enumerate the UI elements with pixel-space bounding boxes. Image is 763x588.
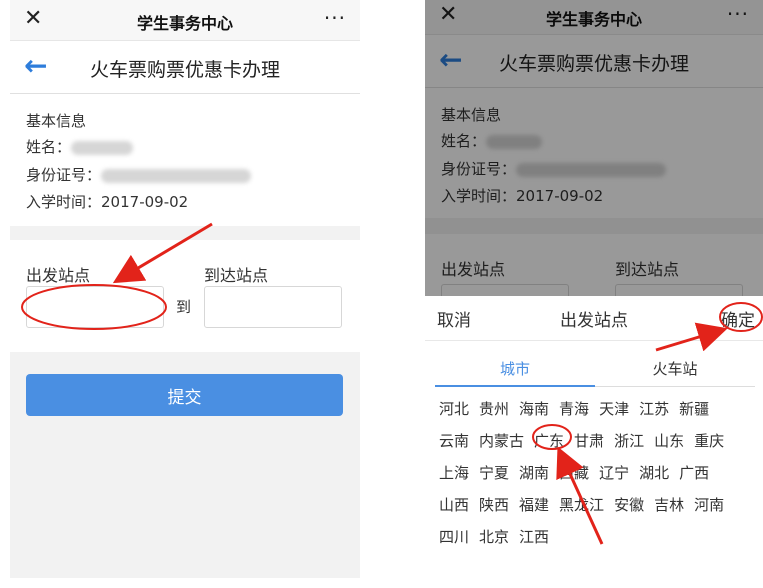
province-item[interactable]: 安徽 bbox=[614, 494, 644, 517]
province-item[interactable]: 北京 bbox=[479, 526, 509, 549]
province-item[interactable]: 山东 bbox=[654, 430, 684, 453]
more-icon[interactable]: ··· bbox=[324, 6, 346, 30]
page-title: 火车票购票优惠卡办理 bbox=[89, 59, 280, 81]
province-item[interactable]: 云南 bbox=[439, 430, 469, 453]
province-item[interactable]: 重庆 bbox=[694, 430, 724, 453]
page-nav: ← 火车票购票优惠卡办理 bbox=[10, 41, 360, 94]
picker-title: 出发站点 bbox=[560, 311, 628, 331]
province-item[interactable]: 新疆 bbox=[679, 398, 709, 421]
enroll-value: 2017-09-02 bbox=[101, 193, 189, 211]
to-station-label: 到达站点 bbox=[204, 266, 269, 285]
province-item[interactable]: 江西 bbox=[519, 526, 549, 549]
enroll-row: 入学时间：2017-09-02 bbox=[26, 191, 188, 212]
to-station-input[interactable] bbox=[204, 286, 342, 328]
basic-info-title: 基本信息 bbox=[26, 112, 87, 130]
province-item[interactable]: 湖北 bbox=[639, 462, 669, 485]
province-item[interactable]: 青海 bbox=[559, 398, 589, 421]
enroll-label: 入学时间： bbox=[26, 193, 102, 211]
wechat-title: 学生事务中心 bbox=[136, 14, 233, 33]
id-label: 身份证号： bbox=[26, 166, 102, 184]
modal-backdrop[interactable] bbox=[425, 0, 763, 296]
province-item[interactable]: 宁夏 bbox=[479, 462, 509, 485]
province-item[interactable]: 甘肃 bbox=[574, 430, 604, 453]
province-item[interactable]: 上海 bbox=[439, 462, 469, 485]
province-grid: 河北 贵州 海南 青海 天津 江苏 新疆云南 内蒙古 广东 甘肃 浙江 山东 重庆上海 宁夏 湖南 西藏 辽宁湖… bbox=[439, 398, 759, 558]
province-item[interactable]: 广西 bbox=[679, 462, 709, 485]
wechat-title-bar: ✕ 学生事务中心 ··· bbox=[10, 0, 360, 41]
basic-info-section: 基本信息 姓名： 身份证号： 入学时间：2017-09-02 bbox=[10, 94, 360, 226]
province-item[interactable]: 河南 bbox=[694, 494, 724, 517]
province-item[interactable]: 贵州 bbox=[479, 398, 509, 421]
province-item[interactable]: 天津 bbox=[599, 398, 629, 421]
left-screen: ✕ 学生事务中心 ··· ← 火车票购票优惠卡办理 基本信息 姓名： 身份证号：… bbox=[10, 0, 360, 578]
right-screen: ✕ 学生事务中心 ··· ← 火车票购票优惠卡办理 基本信息 姓名： 身份证号：… bbox=[425, 0, 763, 588]
from-station-label: 出发站点 bbox=[26, 266, 91, 285]
province-item[interactable]: 河北 bbox=[439, 398, 469, 421]
from-station-input[interactable] bbox=[26, 286, 164, 328]
to-connector: 到 bbox=[176, 298, 192, 316]
name-label: 姓名： bbox=[26, 138, 72, 156]
province-item[interactable]: 西藏 bbox=[559, 462, 589, 485]
redacted-id bbox=[101, 168, 252, 183]
province-item[interactable]: 吉林 bbox=[654, 494, 684, 517]
province-item[interactable]: 山西 bbox=[439, 494, 469, 517]
province-item[interactable]: 辽宁 bbox=[599, 462, 629, 485]
id-row: 身份证号： bbox=[26, 164, 252, 185]
station-picker-sheet: 取消 出发站点 确定 城市 火车站 河北 贵州 海南 青海 天津 江苏 新疆云南 内蒙古 广东甘… bbox=[425, 296, 763, 588]
tab-train-station[interactable]: 火车站 bbox=[595, 358, 755, 379]
province-item[interactable]: 四川 bbox=[439, 526, 469, 549]
name-row: 姓名： bbox=[26, 136, 134, 157]
active-tab-indicator bbox=[435, 385, 595, 387]
province-item[interactable]: 陕西 bbox=[479, 494, 509, 517]
province-item[interactable]: 江苏 bbox=[639, 398, 669, 421]
tab-city[interactable]: 城市 bbox=[435, 358, 595, 379]
station-section: 出发站点 到达站点 到 bbox=[10, 240, 360, 352]
picker-header: 取消 出发站点 确定 bbox=[425, 296, 763, 341]
submit-button[interactable]: 提交 bbox=[26, 374, 343, 416]
province-item[interactable]: 内蒙古 bbox=[479, 430, 524, 453]
province-item[interactable]: 黑龙江 bbox=[559, 494, 604, 517]
picker-confirm-button[interactable]: 确定 bbox=[721, 306, 755, 331]
province-item[interactable]: 海南 bbox=[519, 398, 549, 421]
province-item[interactable]: 浙江 bbox=[614, 430, 644, 453]
province-item[interactable]: 福建 bbox=[519, 494, 549, 517]
picker-tabs: 城市 火车站 bbox=[435, 354, 755, 387]
province-item[interactable]: 广东 bbox=[534, 430, 564, 453]
redacted-name bbox=[71, 140, 134, 155]
province-item[interactable]: 湖南 bbox=[519, 462, 549, 485]
